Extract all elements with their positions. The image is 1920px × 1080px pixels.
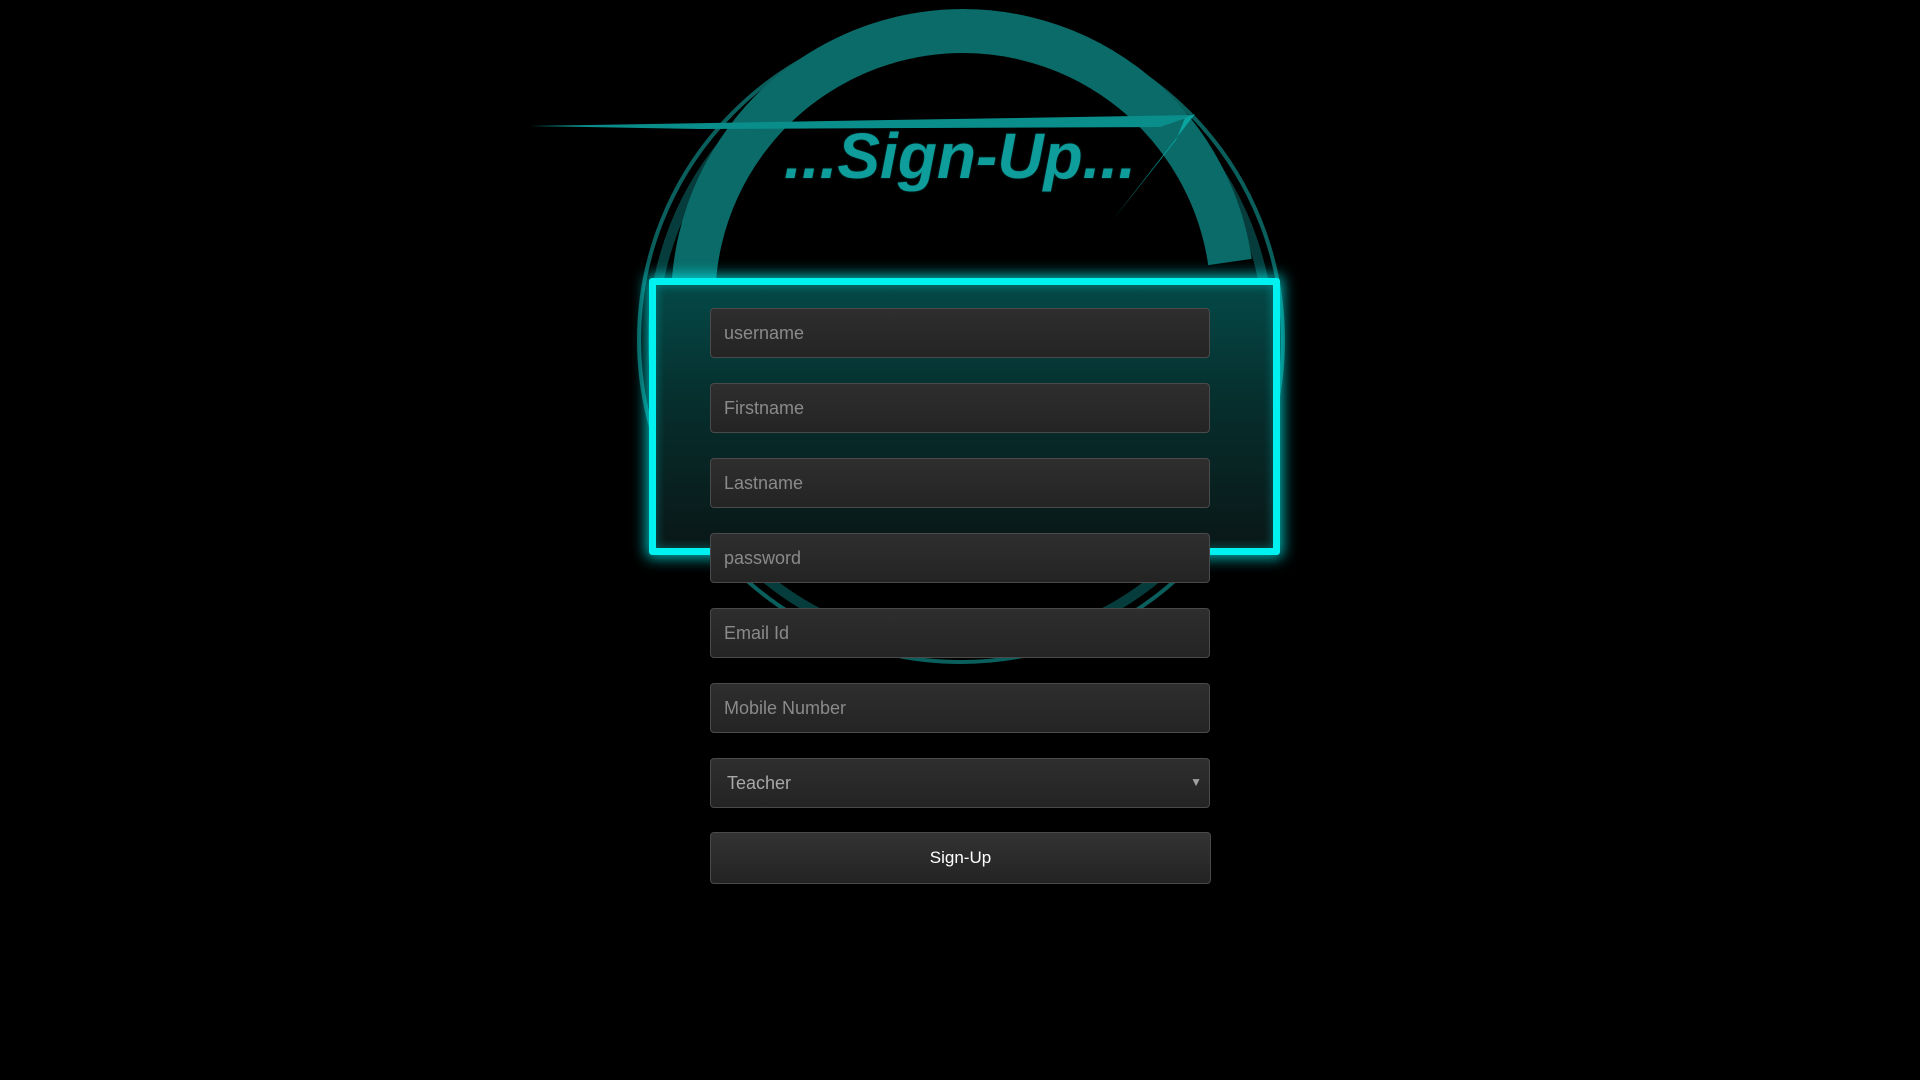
username-input[interactable] [710, 308, 1210, 358]
lastname-input[interactable] [710, 458, 1210, 508]
role-select-wrapper: Teacher ▼ [710, 758, 1210, 808]
password-input[interactable] [710, 533, 1210, 583]
sign-up-button[interactable]: Sign-Up [710, 832, 1211, 884]
email-input[interactable] [710, 608, 1210, 658]
page-title: ...Sign-Up... [784, 120, 1136, 192]
role-select[interactable]: Teacher [710, 758, 1210, 808]
mobile-number-input[interactable] [710, 683, 1210, 733]
signup-page: ...Sign-Up... Teacher ▼ Sign-Up [0, 0, 1920, 1080]
firstname-input[interactable] [710, 383, 1210, 433]
